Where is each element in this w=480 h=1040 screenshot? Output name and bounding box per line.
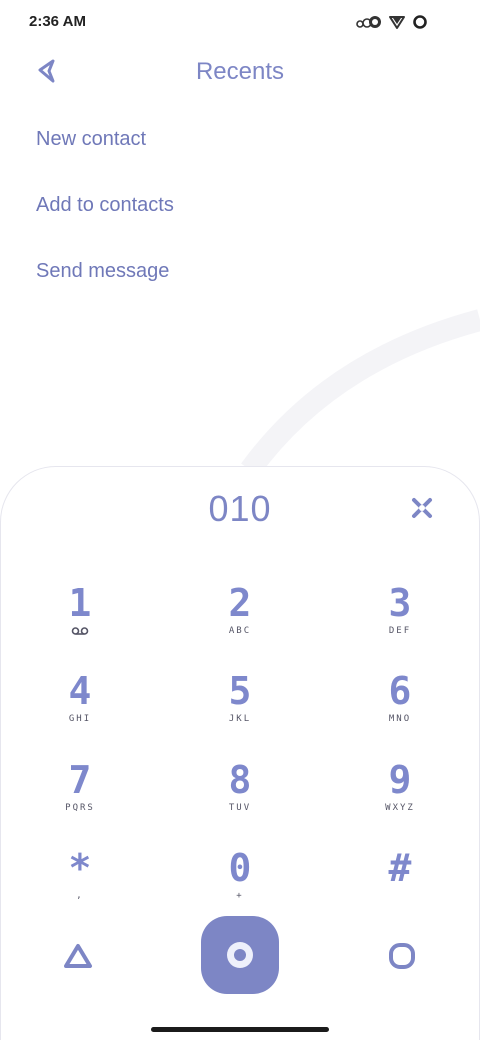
key-letters: GHI	[68, 714, 92, 724]
key-0[interactable]: 0 +	[180, 849, 300, 919]
signal-icon	[356, 16, 381, 28]
menu-item-new-contact[interactable]: New contact	[36, 128, 146, 151]
dialer-screen: 2:36 AM Recents New contact Add to conta…	[0, 0, 480, 1040]
key-digit: 7	[68, 758, 92, 802]
page-title: Recents	[195, 58, 285, 85]
key-3[interactable]: 3 DEF	[340, 584, 460, 654]
key-1[interactable]: 1	[20, 584, 140, 654]
key-letters: WXYZ	[385, 803, 415, 813]
call-icon	[227, 942, 253, 968]
key-digit: #	[388, 846, 412, 890]
key-digit: 9	[388, 758, 412, 802]
wifi-icon	[389, 16, 405, 29]
bottom-left-button[interactable]	[56, 934, 100, 978]
triangle-icon	[64, 944, 92, 968]
key-letters: MNO	[388, 714, 412, 724]
key-5[interactable]: 5 JKL	[180, 672, 300, 742]
key-star[interactable]: * ,	[20, 849, 140, 919]
key-letters: JKL	[228, 714, 252, 724]
key-2[interactable]: 2 ABC	[180, 584, 300, 654]
key-letters: DEF	[388, 626, 412, 636]
key-digit: 0	[228, 846, 252, 890]
menu-item-add-to-contacts[interactable]: Add to contacts	[36, 194, 174, 217]
key-letters: ,	[76, 891, 84, 901]
key-digit: 2	[228, 581, 252, 625]
key-4[interactable]: 4 GHI	[20, 672, 140, 742]
key-7[interactable]: 7 PQRS	[20, 761, 140, 831]
key-letters: PQRS	[65, 803, 95, 813]
key-letters: +	[236, 891, 244, 901]
key-hash[interactable]: #	[340, 849, 460, 919]
key-9[interactable]: 9 WXYZ	[340, 761, 460, 831]
status-icons	[356, 14, 428, 30]
key-digit: 8	[228, 758, 252, 802]
key-letters: ABC	[228, 626, 252, 636]
key-6[interactable]: 6 MNO	[340, 672, 460, 742]
clear-button[interactable]	[404, 490, 440, 526]
status-bar: 2:36 AM	[0, 0, 480, 44]
key-digit: 4	[68, 669, 92, 713]
key-digit: 6	[388, 669, 412, 713]
key-digit: *	[68, 846, 92, 890]
key-letters: TUV	[228, 803, 252, 813]
circle-icon	[389, 943, 415, 969]
bottom-right-button[interactable]	[380, 934, 424, 978]
home-indicator[interactable]	[151, 1027, 329, 1032]
key-digit: 1	[68, 581, 92, 625]
key-8[interactable]: 8 TUV	[180, 761, 300, 831]
menu-item-send-message[interactable]: Send message	[36, 260, 169, 283]
backspace-icon	[412, 498, 432, 518]
status-time: 2:36 AM	[29, 13, 86, 30]
battery-icon	[413, 15, 427, 29]
key-digit: 5	[228, 669, 252, 713]
key-digit: 3	[388, 581, 412, 625]
voicemail-icon	[71, 627, 89, 635]
call-button[interactable]	[201, 916, 279, 994]
